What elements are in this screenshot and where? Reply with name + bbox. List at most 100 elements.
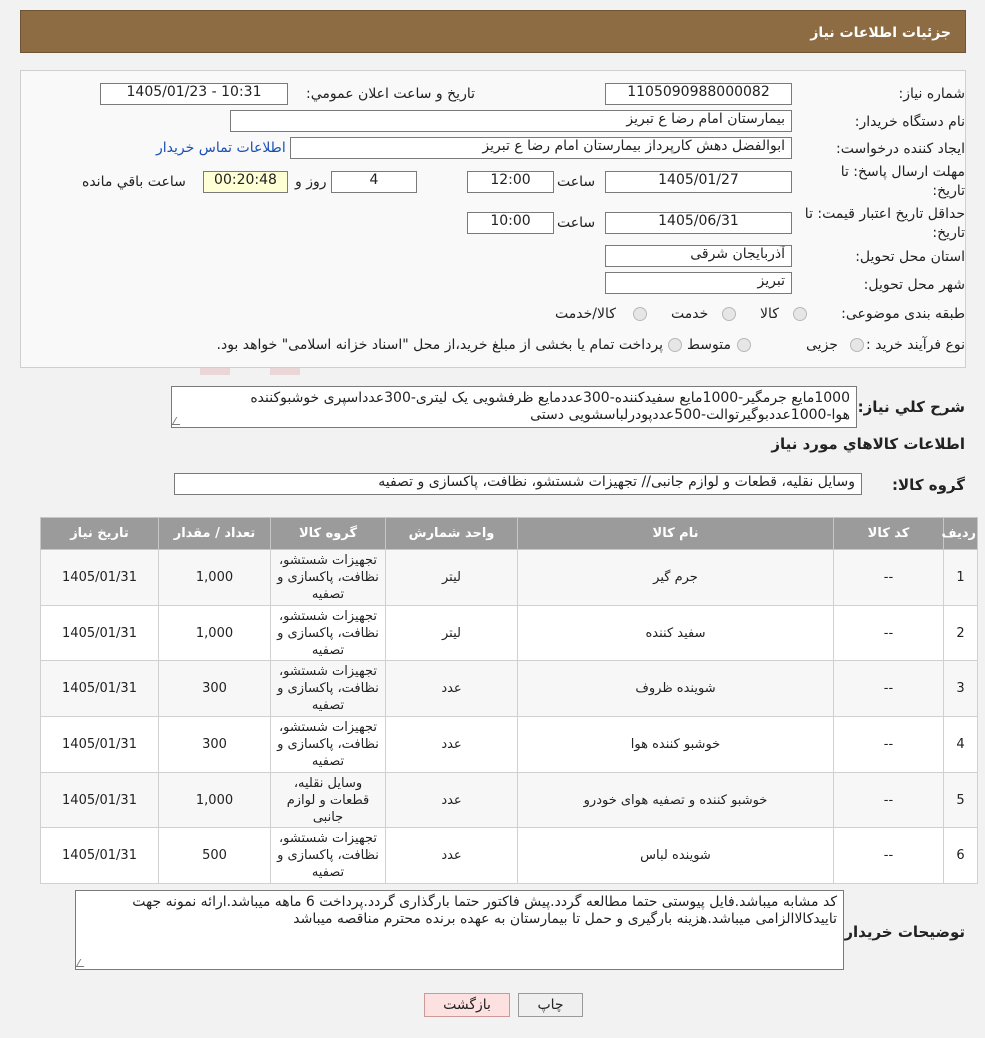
announce-field[interactable]: 1405/01/23 - 10:31 bbox=[100, 83, 288, 105]
table-row: 6 -- شوینده لباس عدد تجهیزات شستشو، نظاف… bbox=[40, 827, 978, 885]
category-radio-goods[interactable] bbox=[793, 307, 807, 321]
item-unit: عدد bbox=[385, 771, 518, 829]
col-item-code: كد كالا bbox=[833, 517, 944, 550]
city-field[interactable]: تبریز bbox=[605, 272, 792, 294]
item-unit: عدد bbox=[385, 660, 518, 718]
buyer-notes-text: کد مشابه میباشد.فایل پیوستی حتما مطالعه … bbox=[132, 894, 837, 927]
table-row: 2 -- سفید کننده لیتر تجهیزات شستشو، نظاف… bbox=[40, 604, 978, 662]
col-item-group: گروه كالا bbox=[270, 517, 386, 550]
item-name: خوشبو کننده هوا bbox=[517, 716, 834, 773]
item-code: -- bbox=[833, 716, 944, 773]
item-code: -- bbox=[833, 604, 944, 662]
category-option-goods-service: کالا/خدمت bbox=[555, 306, 616, 322]
item-name: شوینده لباس bbox=[517, 827, 834, 885]
validity-date-field[interactable]: 1405/06/31 bbox=[605, 212, 792, 234]
row-number: 6 bbox=[943, 827, 978, 885]
item-quantity: 1,000 bbox=[158, 604, 271, 662]
table-header-row: رديف كد كالا نام كالا واحد شمارش گروه كا… bbox=[40, 517, 978, 550]
item-group: وسایل نقلیه، قطعات و لوازم جانبی bbox=[270, 771, 386, 829]
announce-label: تاریخ و ساعت اعلان عمومي: bbox=[306, 86, 475, 102]
deadline-date-field[interactable]: 1405/01/27 bbox=[605, 171, 792, 193]
deadline-label-date: تاريخ: bbox=[932, 183, 965, 199]
purchase-radio-medium[interactable] bbox=[737, 338, 751, 352]
item-group: تجهیزات شستشو، نظافت، پاکسازی و تصفیه bbox=[270, 604, 386, 662]
summary-label: شرح كلي نياز: bbox=[857, 398, 965, 416]
item-need-date: 1405/01/31 bbox=[40, 604, 159, 662]
category-option-service: خدمت bbox=[671, 306, 709, 322]
province-field[interactable]: آذربایجان شرقی bbox=[605, 245, 792, 267]
goods-section-title: اطلاعات كالاهاي مورد نياز bbox=[771, 435, 965, 453]
item-unit: لیتر bbox=[385, 604, 518, 662]
item-quantity: 300 bbox=[158, 716, 271, 773]
item-unit: عدد bbox=[385, 716, 518, 773]
province-label: استان محل تحويل: bbox=[855, 249, 965, 265]
treasury-checkbox[interactable] bbox=[668, 338, 682, 352]
row-number: 2 bbox=[943, 604, 978, 662]
item-quantity: 500 bbox=[158, 827, 271, 885]
back-button[interactable]: بازگشت bbox=[424, 993, 510, 1017]
page-header: جزئیات اطلاعات نیاز bbox=[20, 10, 966, 53]
goods-group-field[interactable]: وسایل نقلیه، قطعات و لوازم جانبی// تجهیز… bbox=[174, 473, 862, 495]
days-label: روز و bbox=[295, 174, 327, 190]
item-need-date: 1405/01/31 bbox=[40, 660, 159, 718]
item-group: تجهیزات شستشو، نظافت، پاکسازی و تصفیه bbox=[270, 660, 386, 718]
col-item-name: نام كالا bbox=[517, 517, 834, 550]
summary-textarea[interactable]: 1000مایع جرمگیر-1000مایع سفیدکننده-300عد… bbox=[171, 386, 857, 428]
validity-label: حداقل تاريخ اعتبار قيمت: تا bbox=[804, 206, 965, 222]
purchase-type-label: نوع فرآيند خريد : bbox=[866, 337, 965, 353]
validity-time-field[interactable]: 10:00 bbox=[467, 212, 554, 234]
item-name: سفید کننده bbox=[517, 604, 834, 662]
col-quantity: تعداد / مقدار bbox=[158, 517, 271, 550]
buyer-notes-textarea[interactable]: کد مشابه میباشد.فایل پیوستی حتما مطالعه … bbox=[75, 890, 844, 970]
summary-text: 1000مایع جرمگیر-1000مایع سفیدکننده-300عد… bbox=[250, 390, 850, 423]
purchase-option-minor: جزیی bbox=[806, 337, 838, 353]
item-name: شوینده ظروف bbox=[517, 660, 834, 718]
remaining-time-label: ساعت باقي مانده bbox=[82, 174, 186, 190]
print-button[interactable]: چاپ bbox=[518, 993, 583, 1017]
deadline-time-label: ساعت bbox=[557, 174, 596, 190]
item-code: -- bbox=[833, 827, 944, 885]
row-number: 4 bbox=[943, 716, 978, 773]
row-number: 3 bbox=[943, 660, 978, 718]
validity-label-date: تاريخ: bbox=[932, 225, 965, 241]
col-unit: واحد شمارش bbox=[385, 517, 518, 550]
deadline-time-field[interactable]: 12:00 bbox=[467, 171, 554, 193]
buyer-contact-link[interactable]: اطلاعات تماس خريدار bbox=[156, 140, 286, 156]
validity-time-label: ساعت bbox=[557, 215, 596, 231]
table-row: 3 -- شوینده ظروف عدد تجهیزات شستشو، نظاف… bbox=[40, 660, 978, 718]
buyer-notes-label: توضيحات خريدار: bbox=[838, 923, 965, 941]
item-need-date: 1405/01/31 bbox=[40, 827, 159, 885]
resize-handle-icon[interactable] bbox=[76, 959, 89, 967]
purchase-radio-minor[interactable] bbox=[850, 338, 864, 352]
buyer-org-label: نام دستگاه خريدار: bbox=[854, 114, 965, 130]
table-row: 1 -- جرم گیر لیتر تجهیزات شستشو، نظافت، … bbox=[40, 549, 978, 606]
resize-handle-icon[interactable] bbox=[172, 417, 185, 425]
need-number-field[interactable]: 1105090988000082 bbox=[605, 83, 792, 105]
item-unit: عدد bbox=[385, 827, 518, 885]
purchase-option-medium: متوسط bbox=[687, 337, 731, 353]
item-group: تجهیزات شستشو، نظافت، پاکسازی و تصفیه bbox=[270, 716, 386, 773]
category-option-goods: کالا bbox=[760, 306, 779, 322]
row-number: 5 bbox=[943, 771, 978, 829]
category-label: طبقه بندی موضوعی: bbox=[841, 306, 965, 322]
item-group: تجهیزات شستشو، نظافت، پاکسازی و تصفیه bbox=[270, 549, 386, 606]
item-group: تجهیزات شستشو، نظافت، پاکسازی و تصفیه bbox=[270, 827, 386, 885]
requester-field[interactable]: ابوالفضل دهش کارپرداز بیمارستان امام رضا… bbox=[290, 137, 792, 159]
item-need-date: 1405/01/31 bbox=[40, 771, 159, 829]
remaining-time-field: 00:20:48 bbox=[203, 171, 288, 193]
table-row: 4 -- خوشبو کننده هوا عدد تجهیزات شستشو، … bbox=[40, 716, 978, 773]
item-code: -- bbox=[833, 660, 944, 718]
buyer-org-field[interactable]: بیمارستان امام رضا ع تبریز bbox=[230, 110, 792, 132]
item-quantity: 1,000 bbox=[158, 549, 271, 606]
item-code: -- bbox=[833, 549, 944, 606]
category-radio-goods-service[interactable] bbox=[633, 307, 647, 321]
page-title: جزئیات اطلاعات نیاز bbox=[810, 25, 951, 41]
days-field[interactable]: 4 bbox=[331, 171, 417, 193]
row-number: 1 bbox=[943, 549, 978, 606]
item-code: -- bbox=[833, 771, 944, 829]
table-row: 5 -- خوشبو کننده و تصفیه هوای خودرو عدد … bbox=[40, 771, 978, 829]
purchase-note: پرداخت تمام يا بخشی از مبلغ خريد،از محل … bbox=[216, 337, 663, 353]
item-need-date: 1405/01/31 bbox=[40, 716, 159, 773]
col-row-number: رديف bbox=[941, 517, 978, 550]
category-radio-service[interactable] bbox=[722, 307, 736, 321]
